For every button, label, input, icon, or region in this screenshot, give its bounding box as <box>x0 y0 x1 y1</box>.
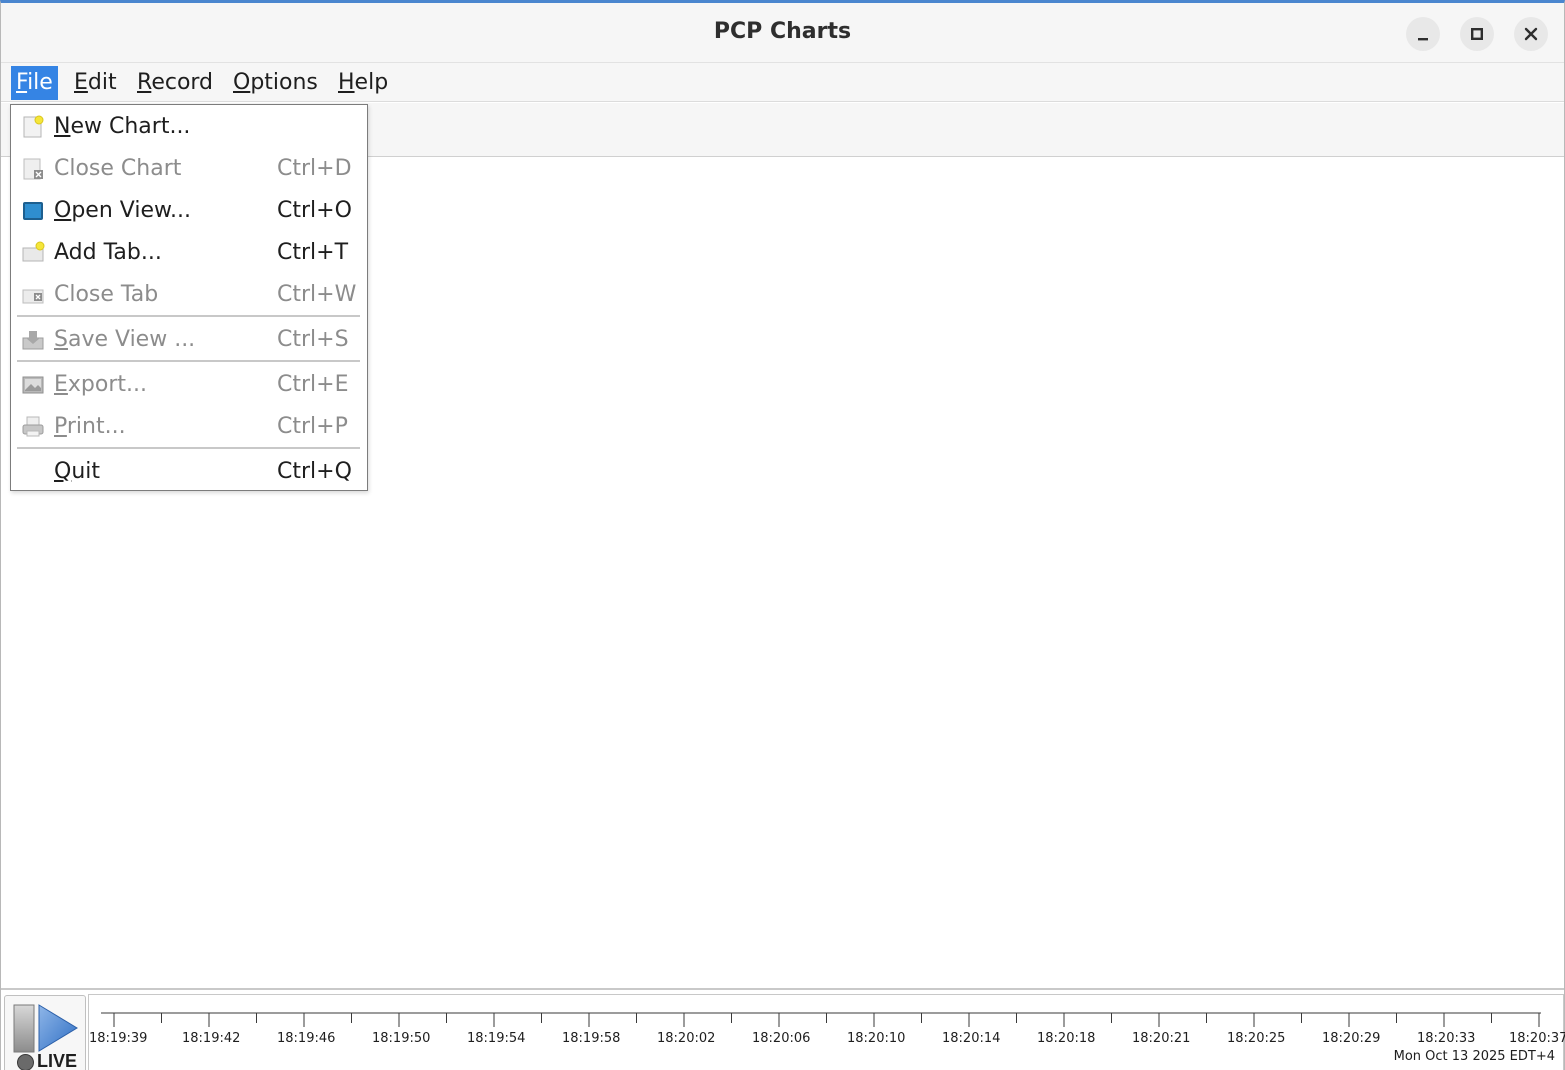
time-axis-tick-label: 18:20:33 <box>1417 1031 1476 1046</box>
live-button[interactable]: LIVE <box>4 995 86 1070</box>
time-axis-tick-label: 18:20:10 <box>847 1031 906 1046</box>
time-axis-tick-label: 18:19:50 <box>372 1031 431 1046</box>
maximize-button[interactable] <box>1460 17 1494 51</box>
window-title: PCP Charts <box>713 19 852 44</box>
time-control-panel: LIVE 18:19:39 18:19:42 18:19:46 18:19:50 18:… <box>1 992 1565 1070</box>
open-view-icon <box>23 202 43 220</box>
menu-item-print[interactable]: Print... Ctrl+P <box>11 407 367 447</box>
new-chart-icon <box>23 115 44 138</box>
time-axis-tick-label: 18:19:39 <box>89 1031 148 1046</box>
menu-bar: File Edit Record Options Help <box>1 62 1564 102</box>
export-icon <box>22 376 44 394</box>
time-axis-tick-label: 18:20:37 <box>1509 1031 1565 1046</box>
file-menu-dropdown: New Chart... Close Chart Ctrl+D Open Vie… <box>10 104 368 491</box>
time-axis-date: Mon Oct 13 2025 EDT+4 <box>1393 1049 1555 1064</box>
menu-item-close-tab[interactable]: Close Tab Ctrl+W <box>11 275 367 315</box>
time-axis-tick-label: 18:20:18 <box>1037 1031 1096 1046</box>
time-axis-tick-label: 18:20:06 <box>752 1031 811 1046</box>
menu-item-export[interactable]: Export... Ctrl+E <box>11 365 367 405</box>
time-axis-tick-label: 18:20:21 <box>1132 1031 1191 1046</box>
time-axis-tick-label: 18:20:14 <box>942 1031 1001 1046</box>
close-icon <box>1514 17 1548 51</box>
menu-separator <box>17 360 360 362</box>
print-icon <box>22 416 44 437</box>
menu-item-add-tab[interactable]: Add Tab... Ctrl+T <box>11 233 367 273</box>
minimize-button[interactable] <box>1406 17 1440 51</box>
menu-separator <box>17 315 360 317</box>
add-tab-icon <box>22 241 45 262</box>
time-axis-tick-label: 18:19:58 <box>562 1031 621 1046</box>
menu-options[interactable]: Options <box>228 66 323 100</box>
close-window-button[interactable] <box>1514 17 1548 51</box>
menu-item-new-chart[interactable]: New Chart... <box>11 107 367 147</box>
time-axis-tick-label: 18:19:42 <box>182 1031 241 1046</box>
time-axis-tick-label: 18:20:02 <box>657 1031 716 1046</box>
live-label: LIVE <box>37 1051 78 1070</box>
minimize-icon <box>1406 17 1440 51</box>
menu-item-open-view[interactable]: Open View... Ctrl+O <box>11 191 367 231</box>
menu-help[interactable]: Help <box>333 66 393 100</box>
menu-record[interactable]: Record <box>132 66 218 100</box>
menu-edit[interactable]: Edit <box>69 66 122 100</box>
title-bar[interactable]: PCP Charts <box>1 3 1564 62</box>
maximize-icon <box>1460 17 1494 51</box>
time-axis-tick-label: 18:19:54 <box>467 1031 526 1046</box>
live-indicator-icon <box>17 1054 34 1070</box>
menu-file[interactable]: File <box>11 66 58 100</box>
close-chart-icon <box>23 158 43 180</box>
time-axis-tick-label: 18:20:29 <box>1322 1031 1381 1046</box>
menu-item-quit[interactable]: Quit Ctrl+Q <box>11 452 367 492</box>
menu-item-close-chart[interactable]: Close Chart Ctrl+D <box>11 149 367 189</box>
time-axis[interactable]: 18:19:39 18:19:42 18:19:46 18:19:50 18:19:54… <box>88 994 1565 1070</box>
play-icon <box>13 1004 78 1053</box>
menu-item-save-view[interactable]: Save View ... Ctrl+S <box>11 320 367 360</box>
menu-separator <box>17 447 360 449</box>
app-window: PCP Charts File Edit Record Options Help <box>0 0 1565 1070</box>
time-axis-tick-label: 18:20:25 <box>1227 1031 1286 1046</box>
save-view-icon <box>22 331 44 350</box>
time-axis-tick-label: 18:19:46 <box>277 1031 336 1046</box>
close-tab-icon <box>22 289 44 304</box>
